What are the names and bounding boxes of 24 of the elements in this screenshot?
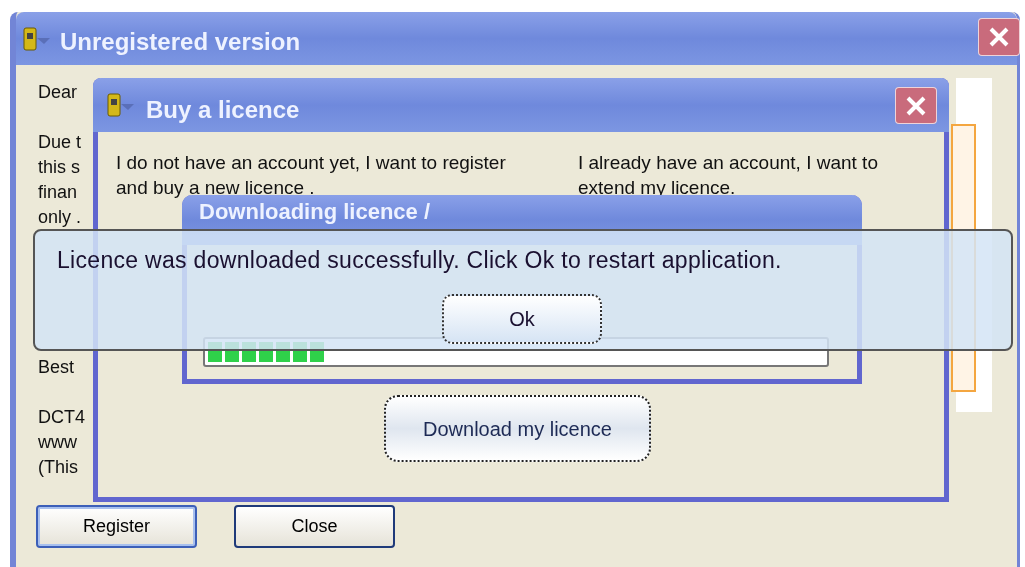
body-text: finan: [38, 181, 79, 204]
body-text: only .: [38, 206, 83, 229]
body-text: this s: [38, 156, 81, 179]
close-icon: [988, 26, 1010, 48]
app-icon: [22, 26, 52, 52]
message-text: Licence was downloaded successfully. Click Ok to restart application.: [57, 246, 782, 275]
option-text: I do not have an account yet, I want to register and buy a new licence .: [116, 151, 507, 200]
dialog-button[interactable]: Register: [36, 505, 197, 548]
body-text: Best: [38, 356, 76, 379]
body-text: (This: [38, 456, 79, 479]
app-icon: [106, 92, 136, 118]
ok-button[interactable]: Ok: [442, 294, 602, 344]
close-icon: [905, 94, 927, 117]
window-title: Unregistered version: [60, 27, 301, 57]
body-text: Due t: [38, 131, 83, 154]
dialog-button[interactable]: Close: [234, 505, 395, 548]
close-button[interactable]: [895, 87, 937, 124]
body-text: www: [38, 431, 78, 454]
body-text: DCT4: [38, 406, 85, 429]
body-text: Dear: [38, 81, 78, 104]
download-button[interactable]: Download my licence: [384, 395, 651, 462]
window-title: Buy a licence: [146, 95, 300, 125]
close-button[interactable]: [978, 18, 1020, 56]
window-title: Downloading licence /: [199, 199, 431, 225]
